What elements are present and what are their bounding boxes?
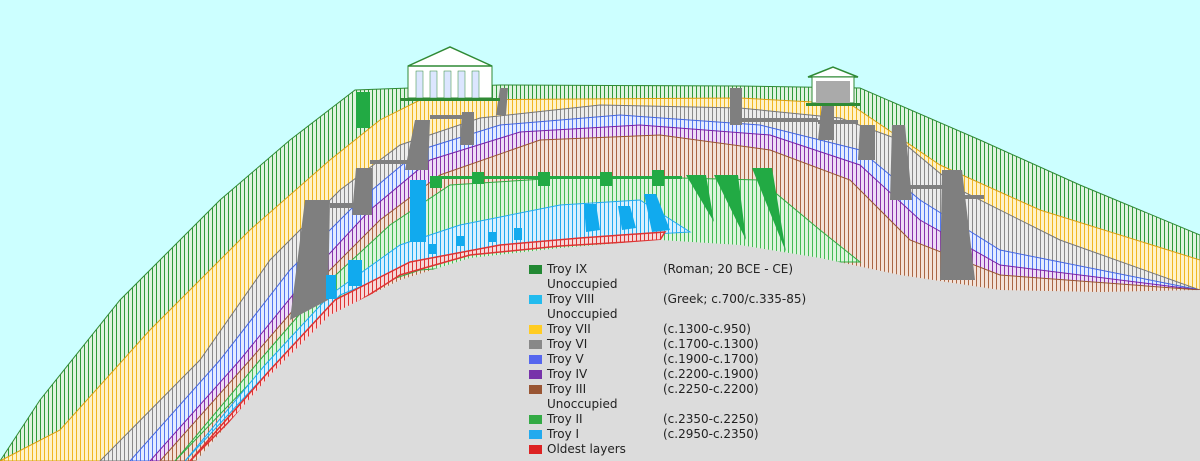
legend-row: Troy IX (Roman; 20 BCE - CE) bbox=[529, 262, 849, 277]
legend-name: Troy V bbox=[547, 352, 584, 366]
legend-row: Troy II (c.2350-c.2250) bbox=[529, 412, 849, 427]
legend-name: Troy III bbox=[547, 382, 587, 396]
legend-dates: (c.1900-c.1700) bbox=[663, 352, 759, 366]
legend-swatch bbox=[529, 340, 542, 349]
legend-row: Troy VII (c.1300-c.950) bbox=[529, 322, 849, 337]
legend-name: Unoccupied bbox=[547, 277, 618, 291]
legend-swatch bbox=[529, 415, 542, 424]
legend-row: Troy III (c.2250-c.2200) bbox=[529, 382, 849, 397]
legend-swatch bbox=[529, 370, 542, 379]
legend-name: Oldest layers bbox=[547, 442, 626, 456]
legend-swatch bbox=[529, 445, 542, 454]
legend-dates: (c.1700-c.1300) bbox=[663, 337, 759, 351]
legend-swatch bbox=[529, 325, 542, 334]
legend-row: Troy I (c.2950-c.2350) bbox=[529, 427, 849, 442]
legend-name: Troy VIII bbox=[547, 292, 595, 306]
legend-name: Troy VII bbox=[547, 322, 591, 336]
legend-row: Unoccupied bbox=[529, 277, 849, 292]
legend-dates: (c.2950-c.2350) bbox=[663, 427, 759, 441]
legend-swatch bbox=[529, 355, 542, 364]
legend-row: Oldest layers bbox=[529, 442, 849, 457]
troy-strata-diagram: Troy IX (Roman; 20 BCE - CE) Unoccupied Tro… bbox=[0, 0, 1200, 461]
legend-name: Troy I bbox=[547, 427, 580, 441]
legend-row: Troy IV (c.2200-c.1900) bbox=[529, 367, 849, 382]
legend-name: Unoccupied bbox=[547, 307, 618, 321]
legend-dates: (Greek; c.700/c.335-85) bbox=[663, 292, 807, 306]
legend-row: Troy VI (c.1700-c.1300) bbox=[529, 337, 849, 352]
legend-name: Troy II bbox=[547, 412, 583, 426]
legend-dates: (Roman; 20 BCE - CE) bbox=[663, 262, 793, 276]
legend-swatch bbox=[529, 430, 542, 439]
legend-row: Troy V (c.1900-c.1700) bbox=[529, 352, 849, 367]
legend-name: Troy IX bbox=[547, 262, 588, 276]
legend-swatch bbox=[529, 265, 542, 274]
legend-dates: (c.1300-c.950) bbox=[663, 322, 751, 336]
legend: Troy IX (Roman; 20 BCE - CE) Unoccupied Tro… bbox=[529, 262, 849, 457]
legend-name: Troy IV bbox=[547, 367, 588, 381]
legend-row: Unoccupied bbox=[529, 307, 849, 322]
legend-dates: (c.2350-c.2250) bbox=[663, 412, 759, 426]
legend-name: Unoccupied bbox=[547, 397, 618, 411]
legend-row: Troy VIII (Greek; c.700/c.335-85) bbox=[529, 292, 849, 307]
legend-name: Troy VI bbox=[547, 337, 588, 351]
legend-dates: (c.2200-c.1900) bbox=[663, 367, 759, 381]
legend-swatch bbox=[529, 295, 542, 304]
legend-swatch bbox=[529, 385, 542, 394]
legend-dates: (c.2250-c.2200) bbox=[663, 382, 759, 396]
legend-row: Unoccupied bbox=[529, 397, 849, 412]
